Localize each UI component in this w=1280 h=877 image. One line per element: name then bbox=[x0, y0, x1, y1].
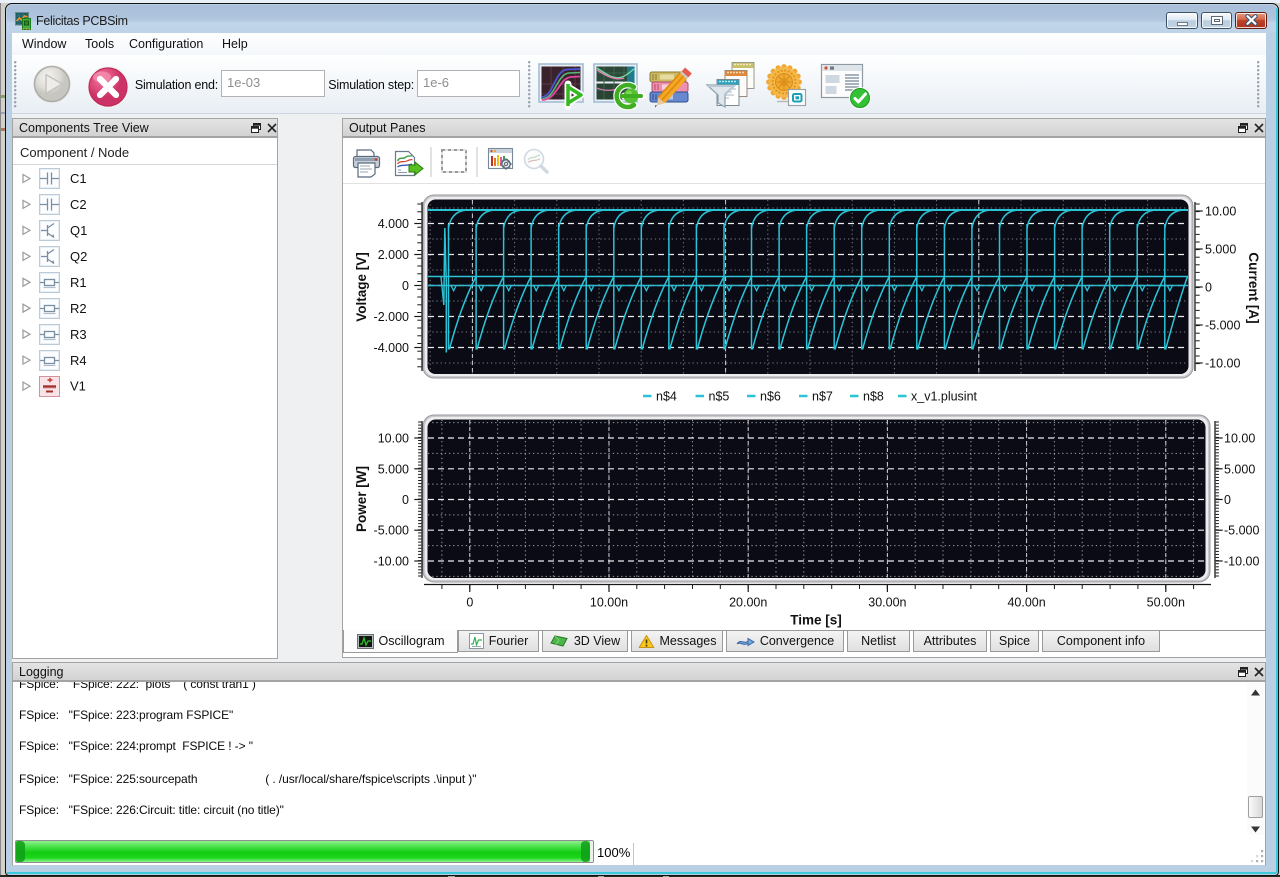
svg-text:R3: R3 bbox=[70, 327, 87, 342]
svg-text:0: 0 bbox=[1224, 493, 1231, 507]
svg-text:10.00: 10.00 bbox=[1205, 205, 1236, 219]
svg-text:0: 0 bbox=[402, 279, 409, 293]
svg-text:Q1: Q1 bbox=[70, 223, 87, 238]
svg-text:0: 0 bbox=[466, 596, 473, 610]
svg-text:2.000: 2.000 bbox=[378, 248, 409, 262]
svg-text:0: 0 bbox=[402, 493, 409, 507]
svg-text:R4: R4 bbox=[70, 353, 87, 368]
svg-text:Current [A]: Current [A] bbox=[1246, 252, 1261, 323]
svg-text:5.000: 5.000 bbox=[378, 462, 409, 476]
svg-text:0: 0 bbox=[1205, 281, 1212, 295]
svg-text:10.00n: 10.00n bbox=[590, 596, 628, 610]
svg-text:-10.00: -10.00 bbox=[1224, 555, 1259, 569]
svg-text:30.00n: 30.00n bbox=[868, 596, 906, 610]
svg-text:n$7: n$7 bbox=[812, 390, 833, 404]
svg-text:10.00: 10.00 bbox=[378, 432, 409, 446]
svg-text:-10.00: -10.00 bbox=[374, 555, 409, 569]
svg-text:20.00n: 20.00n bbox=[729, 596, 767, 610]
svg-text:x_v1.plusint: x_v1.plusint bbox=[911, 390, 978, 404]
svg-text:n$8: n$8 bbox=[863, 390, 884, 404]
svg-text:5.000: 5.000 bbox=[1224, 462, 1255, 476]
svg-text:50.00n: 50.00n bbox=[1147, 596, 1185, 610]
svg-text:10.00: 10.00 bbox=[1224, 432, 1255, 446]
svg-text:R1: R1 bbox=[70, 275, 87, 290]
svg-text:C2: C2 bbox=[70, 197, 87, 212]
svg-text:40.00n: 40.00n bbox=[1007, 596, 1045, 610]
svg-text:Voltage [V]: Voltage [V] bbox=[354, 252, 369, 322]
svg-text:C1: C1 bbox=[70, 171, 87, 186]
svg-text:-5.000: -5.000 bbox=[1224, 524, 1259, 538]
svg-text:-5.000: -5.000 bbox=[374, 524, 409, 538]
svg-text:n$6: n$6 bbox=[760, 390, 781, 404]
svg-text:Power [W]: Power [W] bbox=[354, 466, 369, 532]
svg-text:4.000: 4.000 bbox=[378, 217, 409, 231]
svg-text:V1: V1 bbox=[70, 379, 86, 394]
svg-text:Q2: Q2 bbox=[70, 249, 87, 264]
svg-text:R2: R2 bbox=[70, 301, 87, 316]
svg-text:Time [s]: Time [s] bbox=[790, 613, 842, 628]
svg-text:n$4: n$4 bbox=[656, 390, 677, 404]
svg-text:-10.00: -10.00 bbox=[1205, 357, 1240, 371]
svg-text:-2.000: -2.000 bbox=[374, 310, 409, 324]
svg-text:-4.000: -4.000 bbox=[374, 341, 409, 355]
svg-text:5.000: 5.000 bbox=[1205, 243, 1236, 257]
svg-text:-5.000: -5.000 bbox=[1205, 319, 1240, 333]
svg-text:n$5: n$5 bbox=[709, 390, 730, 404]
